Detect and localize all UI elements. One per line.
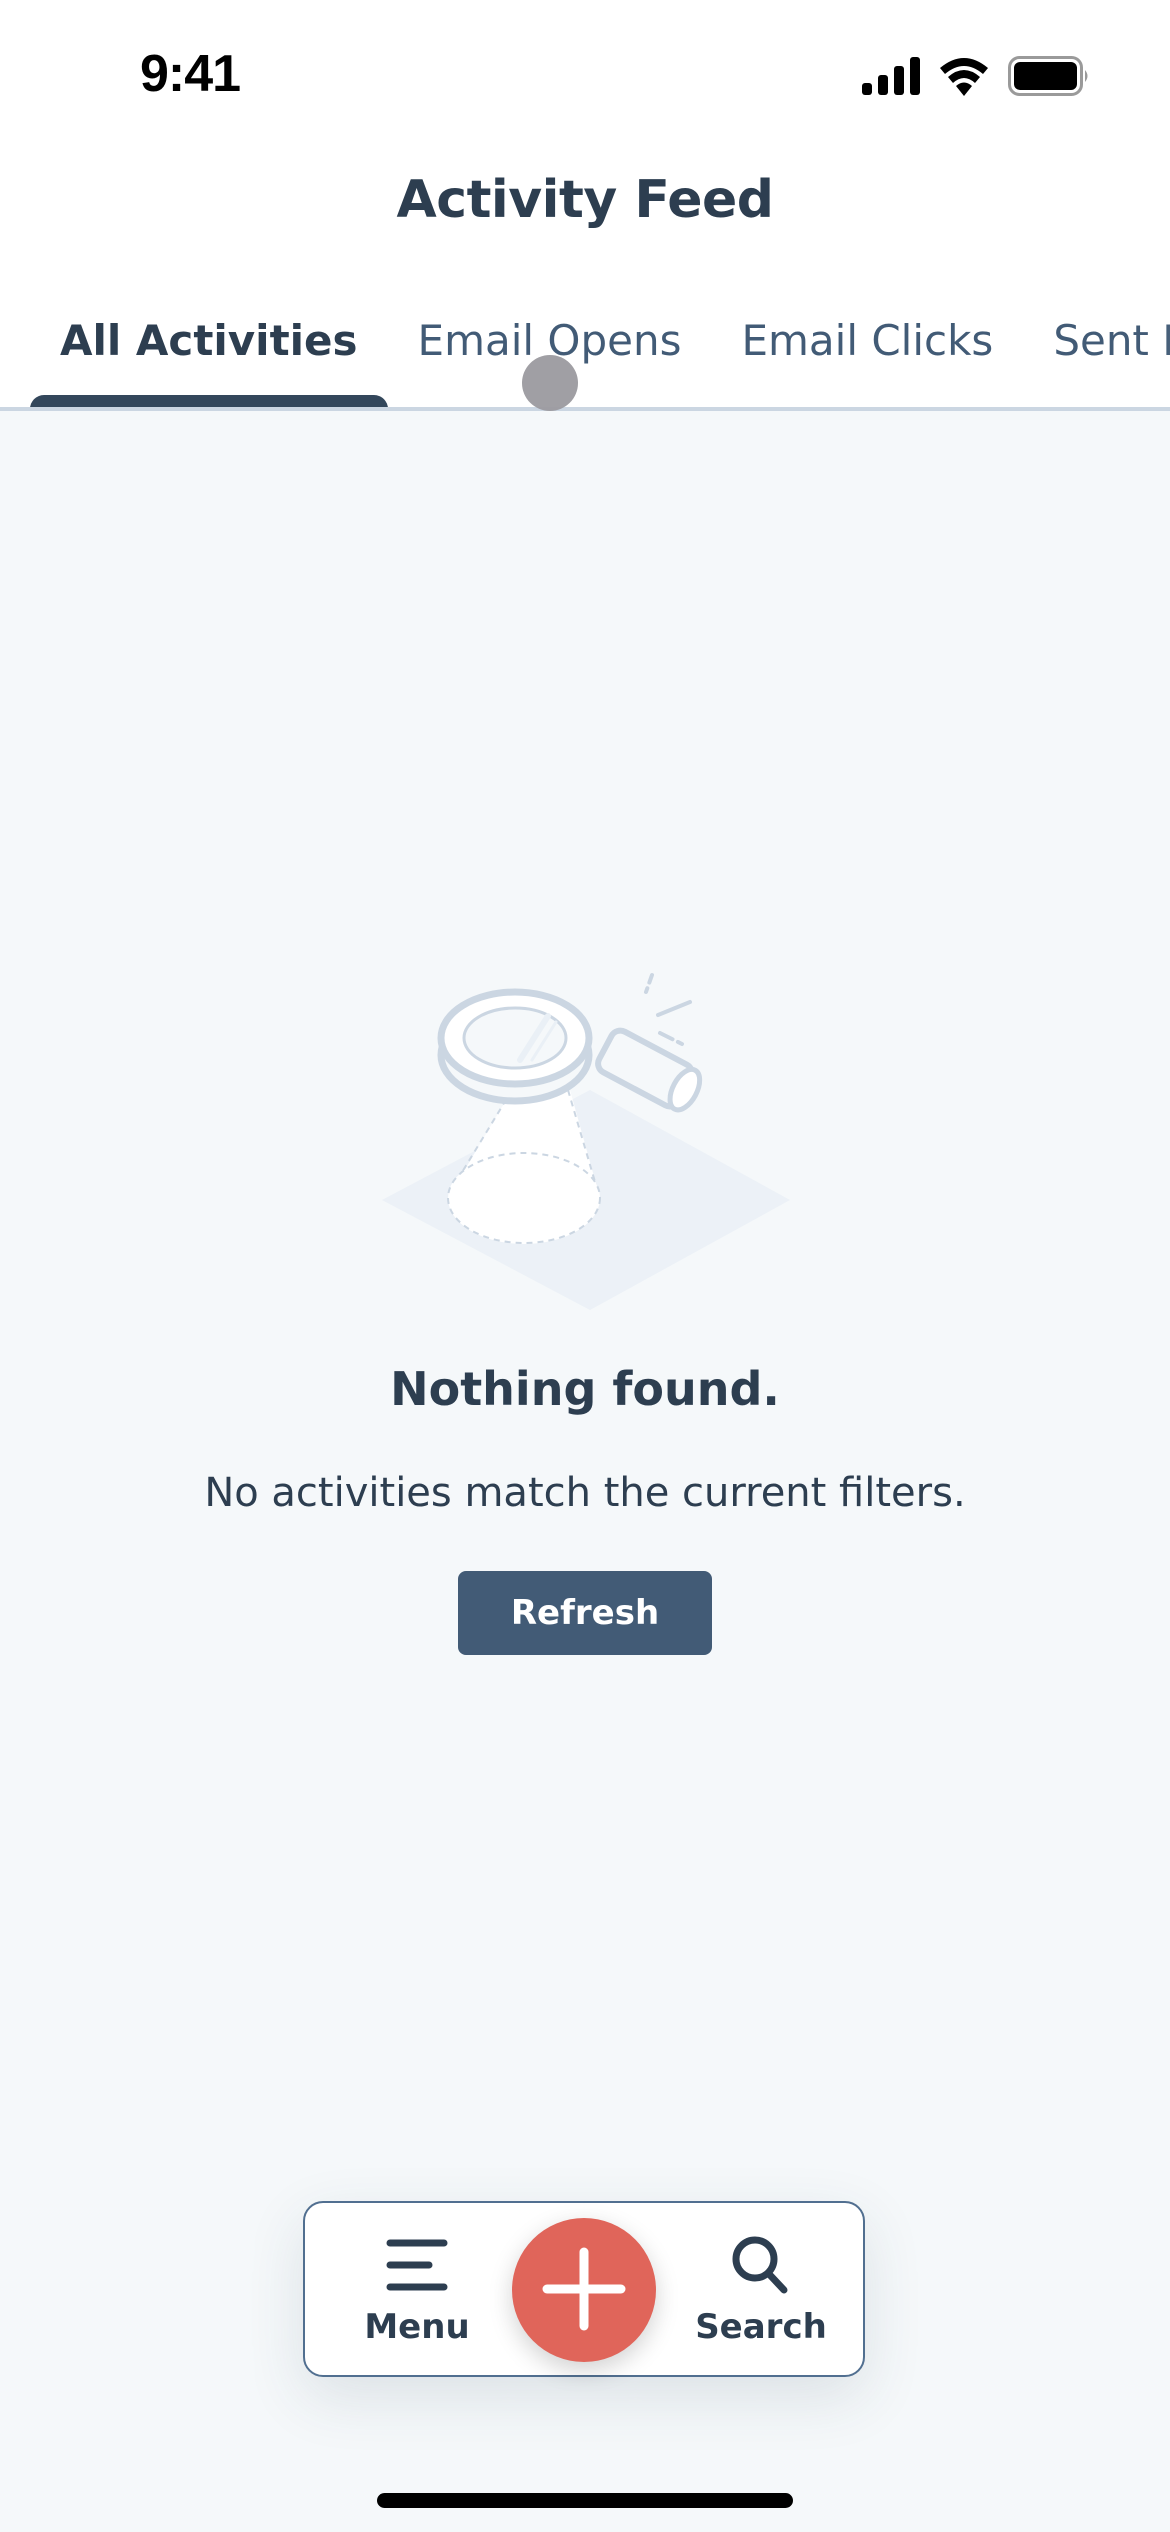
add-button[interactable] — [512, 2218, 656, 2362]
empty-state-description: No activities match the current filters. — [204, 1470, 966, 1516]
search-button[interactable]: Search — [671, 2203, 851, 2375]
cellular-signal-icon — [862, 57, 920, 99]
tabs-divider — [0, 407, 1170, 411]
status-icons — [862, 56, 1090, 100]
page-title: Activity Feed — [396, 170, 775, 230]
plus-icon — [539, 2244, 629, 2337]
magnifying-glass-icon — [382, 973, 790, 1310]
tab-label: Email Clicks — [741, 316, 994, 365]
activity-tabs: All Activities Email Opens Email Clicks … — [0, 300, 1170, 411]
search-icon — [726, 2233, 796, 2297]
touch-indicator — [522, 355, 578, 411]
search-label: Search — [695, 2307, 827, 2347]
tab-label: All Activities — [60, 316, 358, 365]
empty-state-illustration — [370, 930, 810, 1320]
empty-state-title: Nothing found. — [390, 1362, 780, 1416]
menu-button[interactable]: Menu — [327, 2203, 507, 2375]
tab-all-activities[interactable]: All Activities — [30, 300, 388, 411]
battery-icon — [1008, 56, 1090, 100]
wifi-icon — [938, 56, 990, 100]
home-indicator[interactable] — [377, 2493, 793, 2508]
status-time: 9:41 — [140, 45, 241, 103]
hamburger-menu-icon — [382, 2233, 452, 2297]
tab-label: Sent Em — [1053, 316, 1170, 365]
refresh-button[interactable]: Refresh — [458, 1571, 712, 1655]
menu-label: Menu — [364, 2307, 470, 2347]
tab-sent-emails[interactable]: Sent Em — [1023, 300, 1170, 395]
tab-email-clicks[interactable]: Email Clicks — [711, 300, 1023, 395]
